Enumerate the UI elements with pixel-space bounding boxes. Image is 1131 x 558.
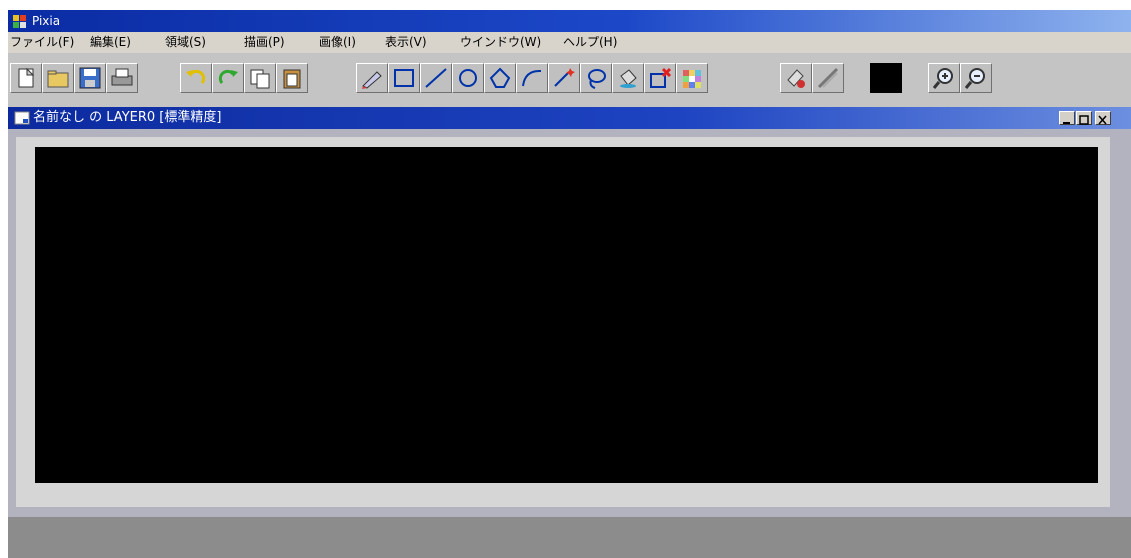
- document-window: 名前なし の LAYER0 [標準精度]: [8, 107, 1131, 517]
- drawing-canvas[interactable]: [35, 147, 1098, 483]
- paint-button[interactable]: [780, 63, 812, 93]
- ellipse-tool-button[interactable]: [452, 63, 484, 93]
- mosaic-button[interactable]: [676, 63, 708, 93]
- menu-help[interactable]: ヘルプ(H): [563, 32, 617, 53]
- minimize-icon: [1063, 122, 1070, 124]
- document-title: 名前なし の LAYER0 [標準精度]: [33, 110, 222, 125]
- line-icon: [425, 68, 447, 88]
- new-file-button[interactable]: [10, 63, 42, 93]
- delete-area-icon: [650, 67, 672, 88]
- menu-draw[interactable]: 描画(P): [244, 32, 285, 53]
- menu-edit[interactable]: 編集(E): [90, 32, 131, 53]
- polygon-tool-button[interactable]: [484, 63, 516, 93]
- bucket-icon: [620, 69, 637, 88]
- menu-selection[interactable]: 領域(S): [165, 32, 206, 53]
- line-tool-button[interactable]: [420, 63, 452, 93]
- fill-bucket-button[interactable]: [612, 63, 644, 93]
- printer-icon: [111, 68, 133, 86]
- foreground-color-swatch[interactable]: [870, 63, 902, 93]
- pixia-logo-icon: [13, 15, 26, 28]
- zoom-in-button[interactable]: [928, 63, 960, 93]
- open-file-button[interactable]: [42, 63, 74, 93]
- zoom-in-icon: [932, 68, 953, 89]
- polygon-icon: [489, 67, 511, 88]
- open-folder-icon: [47, 70, 69, 88]
- curve-tool-button[interactable]: [516, 63, 548, 93]
- menu-bar: ファイル(F) 編集(E) 領域(S) 描画(P) 画像(I) 表示(V) ウイ…: [8, 32, 1131, 53]
- undo-button[interactable]: [180, 63, 212, 93]
- document-icon: [14, 111, 30, 125]
- redo-button[interactable]: [212, 63, 244, 93]
- undo-icon: [186, 69, 206, 84]
- rectangle-tool-button[interactable]: [388, 63, 420, 93]
- new-file-icon: [18, 67, 35, 88]
- pen-tool-button[interactable]: [356, 63, 388, 93]
- delete-area-button[interactable]: [644, 63, 676, 93]
- menu-view[interactable]: 表示(V): [385, 32, 427, 53]
- rectangle-icon: [394, 69, 414, 87]
- paste-button[interactable]: [276, 63, 308, 93]
- ruler-button[interactable]: [812, 63, 844, 93]
- ruler-icon: [817, 67, 839, 89]
- zoom-out-button[interactable]: [960, 63, 992, 93]
- maximize-button[interactable]: [1076, 111, 1092, 125]
- app-titlebar: Pixia: [8, 10, 1131, 32]
- print-button[interactable]: [106, 63, 138, 93]
- app-title: Pixia: [32, 14, 61, 28]
- minimize-button[interactable]: [1059, 111, 1075, 125]
- redo-icon: [218, 69, 238, 84]
- menu-file[interactable]: ファイル(F): [10, 32, 74, 53]
- menu-image[interactable]: 画像(I): [319, 32, 356, 53]
- curve-icon: [522, 69, 542, 87]
- lasso-icon: [588, 69, 606, 89]
- document-titlebar[interactable]: 名前なし の LAYER0 [標準精度]: [8, 107, 1131, 129]
- save-disk-icon: [79, 67, 101, 89]
- close-icon: [1098, 115, 1107, 125]
- toolbar: [8, 53, 1131, 110]
- magic-wand-icon: [554, 68, 575, 87]
- maximize-icon: [1079, 115, 1089, 125]
- paint-icon: [787, 69, 805, 88]
- workspace-background: [8, 517, 1131, 558]
- mosaic-icon: [683, 70, 701, 88]
- pen-icon: [362, 71, 382, 89]
- magic-wand-button[interactable]: [548, 63, 580, 93]
- copy-icon: [250, 69, 270, 89]
- canvas-frame: [16, 137, 1110, 507]
- copy-button[interactable]: [244, 63, 276, 93]
- zoom-out-icon: [964, 68, 985, 89]
- ellipse-icon: [459, 69, 477, 87]
- app-window: Pixia ファイル(F) 編集(E) 領域(S) 描画(P) 画像(I) 表示…: [8, 10, 1131, 558]
- menu-window[interactable]: ウインドウ(W): [460, 32, 541, 53]
- save-file-button[interactable]: [74, 63, 106, 93]
- close-button[interactable]: [1095, 111, 1111, 125]
- lasso-tool-button[interactable]: [580, 63, 612, 93]
- paste-icon: [283, 69, 301, 89]
